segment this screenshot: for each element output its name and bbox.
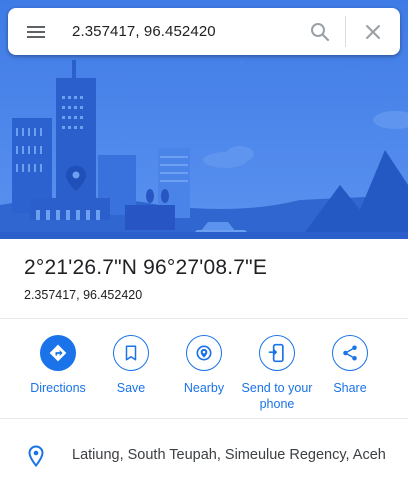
search-divider [345,16,346,47]
share-button[interactable]: Share [305,335,395,396]
share-icon [332,335,368,371]
place-subtitle: 2.357417, 96.452420 [24,288,143,302]
bookmark-icon [113,335,149,371]
divider [0,318,408,319]
share-label: Share [333,381,367,395]
search-icon[interactable] [308,20,332,44]
send-to-phone-icon [259,335,295,371]
place-title: 2°21'26.7"N 96°27'08.7"E [24,256,268,279]
divider [0,418,408,419]
location-pin-icon [24,444,48,468]
address-text[interactable]: Latiung, South Teupah, Simeulue Regency,… [72,447,386,463]
menu-icon[interactable] [24,20,48,44]
search-input[interactable]: 2.357417, 96.452420 [72,8,302,55]
directions-icon [40,335,76,371]
search-bar: 2.357417, 96.452420 [8,8,400,55]
nearby-icon [186,335,222,371]
close-icon[interactable] [361,20,385,44]
